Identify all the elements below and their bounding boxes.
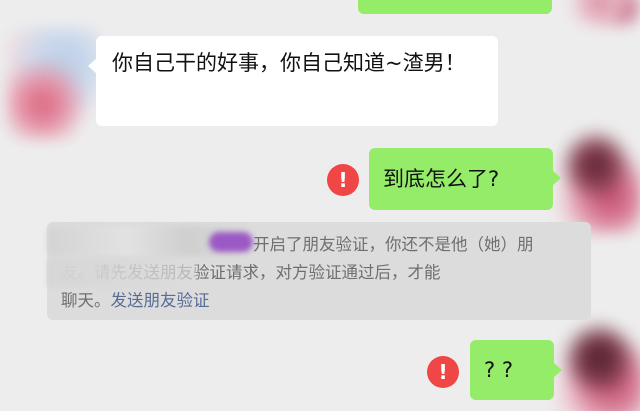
user-avatar[interactable] [556, 318, 640, 411]
received-message-bubble[interactable]: 你自己干的好事，你自己知道~渣男！ [88, 36, 498, 126]
sent-message-bubble[interactable]: ? ? [470, 340, 562, 400]
user-avatar[interactable] [558, 128, 640, 234]
notice-text-line3: 聊天。 [61, 291, 111, 310]
bubble-tail [88, 58, 97, 74]
received-message-text: 你自己干的好事，你自己知道~渣男！ [112, 51, 466, 75]
sent-message-bubble[interactable]: 到底怎么了? [369, 148, 561, 210]
bubble-tail [552, 170, 561, 186]
sent-message-bubble-partial[interactable] [358, 0, 552, 14]
sent-message-text: 到底怎么了? [383, 167, 500, 191]
bubble-tail [553, 362, 562, 378]
contact-avatar[interactable] [6, 28, 102, 140]
send-failed-icon[interactable]: ! [427, 356, 459, 388]
notice-text-line1: 开启了朋友验证，你还不是他（她）朋 [253, 235, 534, 254]
friend-verification-notice: 开启了朋友验证，你还不是他（她）朋 友。请先发送朋友验证请求，对方验证通过后，才… [47, 222, 591, 320]
redaction-mask [47, 259, 197, 287]
send-friend-verification-link[interactable]: 发送朋友验证 [111, 291, 210, 310]
send-failed-icon[interactable]: ! [327, 164, 359, 196]
user-avatar[interactable] [560, 0, 640, 26]
sent-message-text: ? ? [484, 358, 513, 382]
chat-screen: 你自己干的好事，你自己知道~渣男！ ! 到底怎么了? 开启了朋友验证，你还不是他… [0, 0, 640, 411]
